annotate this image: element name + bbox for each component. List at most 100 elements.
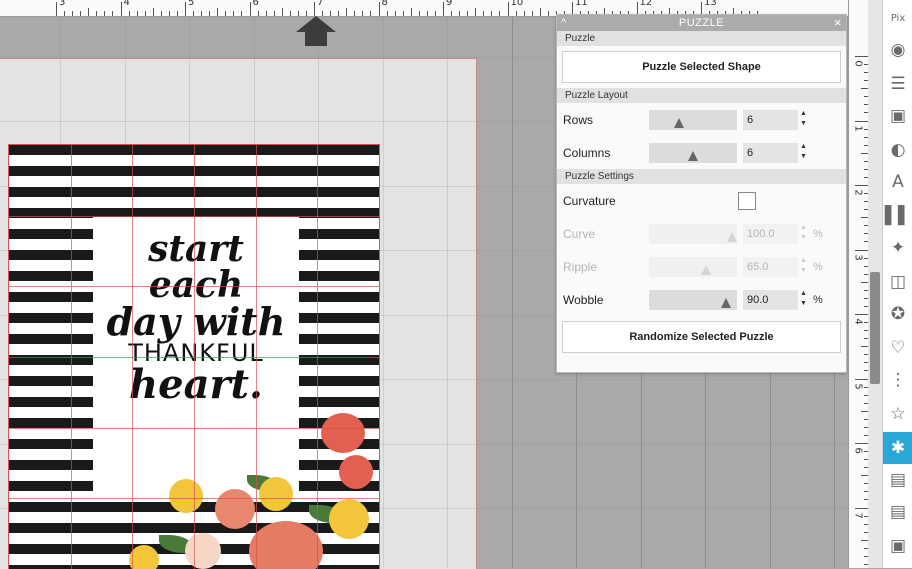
panel-title: PUZZLE bbox=[678, 17, 725, 29]
ruler-tick bbox=[354, 11, 356, 16]
ruler-tick bbox=[314, 2, 315, 16]
ripple-stepper-icon[interactable]: ▲ ▼ bbox=[800, 256, 808, 276]
replicate-icon[interactable]: ✦ bbox=[886, 236, 910, 260]
flower-shape bbox=[215, 489, 255, 529]
ruler-tick bbox=[386, 11, 388, 16]
columns-row: Columns 6 ▲ ▼ bbox=[557, 136, 846, 169]
ruler-tick bbox=[855, 185, 869, 186]
rows-input[interactable]: 6 bbox=[743, 110, 798, 130]
collapse-icon[interactable]: ^ bbox=[561, 15, 567, 31]
columns-label: Columns bbox=[563, 146, 611, 160]
section-puzzle: Puzzle bbox=[557, 31, 846, 46]
send-icon[interactable]: ▣ bbox=[886, 534, 910, 558]
ruler-tick bbox=[273, 11, 275, 16]
text-style-icon[interactable]: A bbox=[886, 170, 910, 194]
feed-direction-arrow-icon bbox=[296, 16, 336, 32]
slider-thumb[interactable] bbox=[688, 151, 698, 161]
ruler-tick bbox=[491, 11, 493, 16]
columns-slider[interactable] bbox=[649, 143, 737, 163]
slider-thumb[interactable] bbox=[701, 265, 711, 275]
ruler-label: 8 bbox=[381, 0, 388, 8]
align-icon[interactable]: ▌▌ bbox=[885, 204, 911, 228]
flower-shape bbox=[329, 499, 369, 539]
columns-input[interactable]: 6 bbox=[743, 143, 798, 163]
curve-input[interactable]: 100.0 bbox=[743, 224, 798, 244]
section-puzzle-settings: Puzzle Settings bbox=[557, 169, 846, 184]
ruler-tick bbox=[176, 11, 178, 16]
flower-shape bbox=[185, 533, 221, 569]
transparency-icon[interactable]: ◐ bbox=[886, 138, 910, 162]
curve-slider[interactable] bbox=[649, 224, 737, 244]
panel-titlebar[interactable]: ^ PUZZLE × bbox=[557, 15, 846, 31]
quote-line-2: each bbox=[148, 264, 244, 306]
puzzle-selected-shape-button[interactable]: Puzzle Selected Shape bbox=[562, 51, 841, 83]
line-style-icon[interactable]: ☰ bbox=[886, 72, 910, 96]
ruler-tick bbox=[80, 11, 82, 16]
ruler-tick bbox=[281, 8, 283, 16]
hatch-icon[interactable]: ▤ bbox=[886, 500, 910, 524]
quote-line-1: start bbox=[148, 228, 244, 270]
wobble-input[interactable]: 90.0 bbox=[743, 290, 798, 310]
pixscan-icon[interactable]: Pix bbox=[886, 6, 910, 30]
dots-icon[interactable]: ⋮ bbox=[886, 368, 910, 392]
ruler-tick bbox=[56, 2, 57, 16]
curvature-checkbox[interactable] bbox=[738, 192, 756, 210]
grid-line bbox=[383, 17, 384, 568]
ruler-tick bbox=[467, 11, 469, 16]
ruler-label: 3 bbox=[852, 253, 864, 261]
feed-direction-arrow-stem bbox=[305, 32, 327, 46]
columns-stepper-icon[interactable]: ▲ ▼ bbox=[800, 142, 808, 162]
slider-thumb[interactable] bbox=[727, 232, 737, 242]
close-icon[interactable]: × bbox=[834, 15, 842, 31]
ruler-tick bbox=[459, 11, 461, 16]
modify-icon[interactable]: ◫ bbox=[886, 270, 910, 294]
ruler-tick bbox=[160, 11, 162, 16]
curve-stepper-icon[interactable]: ▲ ▼ bbox=[800, 223, 808, 243]
ruler-tick bbox=[855, 314, 869, 315]
flower-shape bbox=[169, 479, 203, 513]
rows-stepper-icon[interactable]: ▲ ▼ bbox=[800, 109, 808, 129]
star-icon[interactable]: ☆ bbox=[886, 402, 910, 426]
slider-thumb[interactable] bbox=[721, 298, 731, 308]
ruler-tick bbox=[112, 11, 114, 16]
ruler-label: 2 bbox=[852, 189, 864, 196]
ruler-tick bbox=[539, 8, 541, 16]
ruler-label: 3 bbox=[59, 0, 66, 8]
ruler-label: 6 bbox=[252, 0, 259, 8]
scrollbar-thumb[interactable] bbox=[870, 272, 880, 384]
slider-thumb[interactable] bbox=[674, 118, 684, 128]
ruler-tick bbox=[233, 11, 235, 16]
ruler-tick bbox=[483, 11, 485, 16]
quote-line-5: heart. bbox=[129, 361, 263, 408]
rows-slider[interactable] bbox=[649, 110, 737, 130]
wobble-row: Wobble 90.0 ▲ ▼ % bbox=[557, 283, 846, 316]
wobble-slider[interactable] bbox=[649, 290, 737, 310]
puzzle-icon[interactable]: ✱ bbox=[883, 432, 912, 464]
ruler-tick bbox=[241, 11, 243, 16]
puzzle-artwork[interactable]: start each day with THANKFUL heart. bbox=[8, 144, 380, 569]
ripple-slider[interactable] bbox=[649, 257, 737, 277]
ruler-tick bbox=[499, 11, 501, 16]
ruler-tick bbox=[225, 11, 227, 16]
fill-palette-icon[interactable]: ◉ bbox=[886, 38, 910, 62]
puzzle-panel: ^ PUZZLE × Puzzle Puzzle Selected Shape … bbox=[556, 14, 847, 373]
trace-icon[interactable]: ♡ bbox=[886, 336, 910, 360]
ruler-tick bbox=[257, 11, 259, 16]
page-setup-icon[interactable]: ▤ bbox=[886, 468, 910, 492]
image-effects-icon[interactable]: ▣ bbox=[886, 104, 910, 128]
ruler-tick bbox=[855, 120, 869, 122]
ruler-tick bbox=[547, 11, 549, 16]
wobble-stepper-icon[interactable]: ▲ ▼ bbox=[800, 289, 808, 309]
ruler-tick bbox=[72, 11, 74, 16]
ripple-unit: % bbox=[813, 261, 823, 273]
ruler-label: 0 bbox=[852, 60, 864, 67]
ripple-input[interactable]: 65.0 bbox=[743, 257, 798, 277]
ruler-tick bbox=[249, 2, 251, 16]
ruler-tick bbox=[217, 8, 219, 16]
section-puzzle-layout: Puzzle Layout bbox=[557, 88, 846, 103]
ruler-label: 9 bbox=[446, 0, 453, 8]
ruler-tick bbox=[426, 11, 428, 16]
ruler-label: 4 bbox=[852, 318, 864, 325]
randomize-selected-puzzle-button[interactable]: Randomize Selected Puzzle bbox=[562, 321, 841, 353]
offset-star-icon[interactable]: ✪ bbox=[886, 302, 910, 326]
